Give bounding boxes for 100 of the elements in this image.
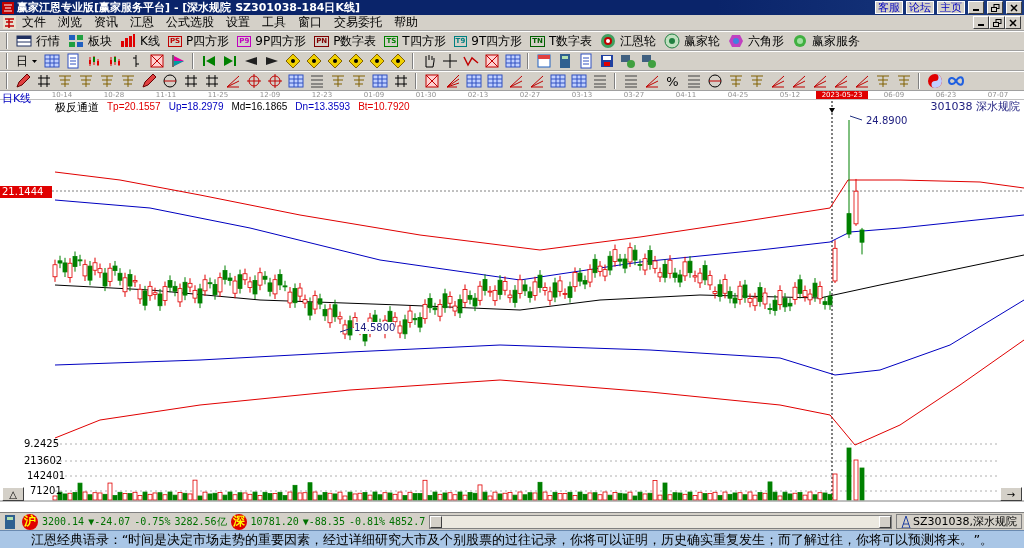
diamond-icon (326, 53, 343, 69)
target-icon (266, 73, 283, 89)
blocks-icon (68, 33, 84, 49)
tool-button[interactable] (325, 52, 344, 70)
menu-item[interactable]: 帮助 (388, 14, 424, 31)
tool-button[interactable] (705, 72, 724, 90)
tool-button[interactable] (388, 52, 407, 70)
angle-icon (507, 73, 524, 89)
collapse-button[interactable]: △ (2, 487, 24, 501)
menu-item[interactable]: 浏览 (52, 14, 88, 31)
tool-button[interactable] (283, 52, 302, 70)
indicator-name: 极反通道 (55, 101, 99, 113)
tool-button[interactable] (13, 72, 32, 90)
menu-item[interactable]: 工具 (256, 14, 292, 31)
hash-icon (203, 73, 220, 89)
price-marker: 21.1444 (0, 186, 52, 198)
lines-icon (685, 73, 702, 89)
hash-icon (182, 73, 199, 89)
toolbar-button[interactable]: 江恩轮 (597, 32, 660, 50)
tool-button[interactable] (139, 72, 158, 90)
restore-icon (992, 18, 1002, 27)
menu-item[interactable]: 交易委托 (328, 14, 388, 31)
index-change: ▼-24.07 (88, 516, 131, 527)
restore-button[interactable] (989, 16, 1005, 29)
fork-icon (874, 73, 891, 89)
menu-item[interactable]: 窗口 (292, 14, 328, 31)
angle-icon (643, 73, 660, 89)
grid-icon (43, 53, 60, 69)
fork-icon (56, 73, 73, 89)
stock-tab[interactable]: SZ301038,深水规院 (896, 514, 1022, 529)
toolbar-button[interactable]: K线 (117, 32, 163, 50)
pencil-icon (140, 73, 157, 89)
grid-icon (287, 73, 304, 89)
fork-icon (329, 73, 346, 89)
angle-icon (224, 73, 241, 89)
grid-icon (465, 73, 482, 89)
leader-line (339, 327, 353, 333)
toolbar-button[interactable]: 板块 (65, 32, 115, 50)
restore-button[interactable] (987, 1, 1003, 14)
fork-icon (98, 73, 115, 89)
menu-item[interactable]: 设置 (220, 14, 256, 31)
link-button[interactable]: 论坛 (906, 1, 934, 14)
tool-button[interactable] (160, 72, 179, 90)
yin-yang-icon (926, 73, 943, 89)
angle-icon (769, 73, 786, 89)
index-amount: 4852.7 (389, 516, 426, 527)
angle-icon (832, 73, 849, 89)
app-logo-icon (2, 1, 14, 14)
link-button[interactable]: 客服 (875, 1, 903, 14)
quote-ticker: 江恩经典语录：“时间是决定市场走势的重要因素，经过详细研究大市及个别股票的过往记录，你将可以证明，历史确实重复发生；而了解过往，你将可以预测将来。”。 (0, 530, 1024, 548)
scroll-right-button[interactable]: → (1000, 487, 1022, 501)
fork-icon (119, 73, 136, 89)
tool-button[interactable] (304, 52, 323, 70)
toolbar-button[interactable]: 行情 (13, 32, 63, 50)
wheel-icon (664, 33, 681, 49)
lines-icon (308, 73, 325, 89)
indicator-value: Tp=20.1557 (107, 101, 161, 113)
percent-button[interactable]: % (663, 72, 682, 90)
horizontal-scrollbar[interactable] (429, 514, 892, 529)
close-button[interactable] (1005, 16, 1021, 29)
diamond-icon (347, 53, 364, 69)
tool-button[interactable] (482, 52, 501, 70)
tool-button[interactable] (367, 52, 386, 70)
calendar-icon (535, 53, 552, 69)
network-icon (619, 53, 636, 69)
volume-axis-label: 213602 (24, 455, 63, 467)
menu-item[interactable]: 江恩 (124, 14, 160, 31)
menu-item[interactable]: 公式选股 (160, 14, 220, 31)
menu-item[interactable]: 文件 (16, 14, 52, 31)
menu-item[interactable]: 资讯 (88, 14, 124, 31)
index-amount: 3282.56亿 (174, 514, 227, 529)
volume-axis-label: 142401 (27, 470, 66, 482)
minimize-button[interactable] (973, 16, 989, 29)
period-dropdown[interactable]: 日 (13, 52, 40, 70)
angle-icon (528, 73, 545, 89)
minimize-button[interactable] (968, 1, 984, 14)
lines-icon (622, 73, 639, 89)
tower-icon (901, 515, 911, 528)
angle-icon (853, 73, 870, 89)
hash-icon (392, 73, 409, 89)
tool-button[interactable] (422, 72, 441, 90)
toolbar-button[interactable]: 赢家服务 (789, 32, 864, 50)
table-icon (16, 33, 32, 49)
link-button[interactable]: 主页 (937, 1, 965, 14)
box-icon (148, 53, 165, 69)
toolbar-button[interactable]: 六角形 (725, 32, 788, 50)
restore-icon (990, 3, 1000, 12)
grid-icon (549, 73, 566, 89)
skip-back-icon (200, 53, 217, 69)
tool-button[interactable] (346, 52, 365, 70)
market-label: 沪 (22, 513, 38, 530)
index-change: ▼-88.35 (302, 516, 345, 527)
hash-icon (35, 73, 52, 89)
tool-button[interactable] (147, 52, 166, 70)
box-icon (423, 73, 440, 89)
fork-icon (727, 73, 744, 89)
toolbar-button[interactable]: 赢家轮 (661, 32, 724, 50)
close-button[interactable] (1006, 1, 1022, 14)
minimize-icon (973, 9, 979, 11)
crosshair-icon (441, 53, 458, 69)
